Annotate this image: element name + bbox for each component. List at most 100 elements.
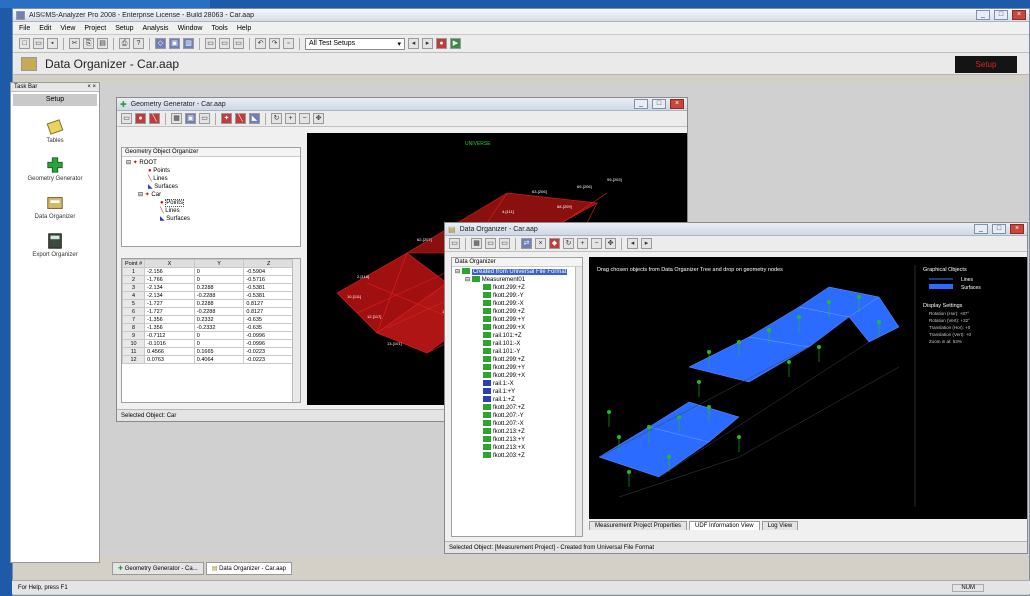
table-cell[interactable]: 0.2288 [193, 299, 245, 308]
table-cell[interactable]: -0.5904 [243, 267, 294, 276]
data-tree-item[interactable]: fkott.207:+Z [455, 404, 579, 412]
window-tab-geometry[interactable]: ✚ Geometry Generator - Ca... [112, 562, 204, 575]
menu-view[interactable]: View [60, 25, 75, 32]
table-cell[interactable]: -1.356 [144, 323, 195, 332]
minimize-button[interactable]: _ [976, 10, 990, 20]
zoom-in-icon[interactable]: + [285, 113, 296, 124]
table-cell[interactable]: -2.134 [144, 283, 195, 292]
table-cell[interactable]: 9 [122, 331, 146, 340]
table-cell[interactable]: -0.2288 [193, 307, 245, 316]
chart-tool-icon[interactable]: ▥ [183, 38, 194, 49]
col-point[interactable]: Point # [122, 259, 146, 268]
window-tab-data-organizer[interactable]: ▤ Data Organizer - Car.aap [205, 562, 293, 575]
table-cell[interactable]: 0.4566 [144, 347, 195, 356]
tree-car-points[interactable]: ● Points [126, 199, 296, 207]
data-3d-view[interactable]: Drag chosen objects from Data Organizer … [589, 257, 1027, 519]
geo-open-icon[interactable]: ▭ [121, 113, 132, 124]
table-cell[interactable]: -2.156 [144, 267, 195, 276]
table-cell[interactable]: 1 [122, 267, 146, 276]
layout-icon[interactable]: ▭ [205, 38, 216, 49]
tree-car[interactable]: ⊟ ✦ Car [126, 191, 296, 199]
table-row[interactable]: 11 0.4566 0.1665 -0.0223 [122, 347, 294, 356]
data-close-button[interactable]: × [1010, 224, 1024, 234]
table-row[interactable]: 5 -1.727 0.2288 0.8127 [122, 299, 294, 308]
data-tree-item[interactable]: fkott.213:+X [455, 444, 579, 452]
table-cell[interactable]: -0.0996 [243, 331, 294, 340]
table-scrollbar[interactable] [292, 259, 300, 402]
table-row[interactable]: 8 -1.356 -0.2332 -0.635 [122, 323, 294, 332]
monitor-icon[interactable]: ▭ [233, 38, 244, 49]
data-tree-item[interactable]: fkott.299:-X [455, 300, 579, 308]
data-minimize-button[interactable]: _ [974, 224, 988, 234]
data-tree-item[interactable]: fkott.299:-Y [455, 292, 579, 300]
geo-add-surface-icon[interactable]: ◣ [249, 113, 260, 124]
menu-setup[interactable]: Setup [115, 25, 133, 32]
table-row[interactable]: 3 -2.134 0.2288 -0.5381 [122, 283, 294, 292]
table-row[interactable]: 2 -1.766 0 -0.5716 [122, 275, 294, 284]
geometry-close-button[interactable]: × [670, 99, 684, 109]
undo-icon[interactable]: ↶ [255, 38, 266, 49]
data-prev-icon[interactable]: ◂ [627, 238, 638, 249]
geo-pan-icon[interactable]: ✥ [313, 113, 324, 124]
data-tree-scrollbar[interactable] [575, 267, 582, 536]
table-cell[interactable]: -0.635 [243, 323, 294, 332]
data-tool-icon[interactable]: ▣ [169, 38, 180, 49]
data-tree-item[interactable]: fkott.203:+Z [455, 452, 579, 460]
table-cell[interactable]: -1.766 [144, 275, 195, 284]
run-icon[interactable]: ▶ [450, 38, 461, 49]
help-icon[interactable]: ? [133, 38, 144, 49]
tree-root-lines[interactable]: ╲ Lines [126, 175, 296, 183]
table-cell[interactable]: 12 [122, 355, 146, 364]
col-y[interactable]: Y [193, 259, 245, 268]
geo-grid-icon[interactable]: ▦ [171, 113, 182, 124]
window-icon[interactable]: ▭ [219, 38, 230, 49]
table-cell[interactable]: 0.8127 [243, 299, 294, 308]
table-cell[interactable]: -0.0223 [243, 355, 294, 364]
tab-measurement-properties[interactable]: Measurement Project Properties [589, 521, 688, 530]
data-tree-item[interactable]: rail.1:+Z [455, 396, 579, 404]
tree-car-surfaces[interactable]: ◣ Surfaces [126, 215, 296, 223]
table-cell[interactable]: 5 [122, 299, 146, 308]
table-cell[interactable]: 3 [122, 283, 146, 292]
redo-icon[interactable]: ↷ [269, 38, 280, 49]
table-cell[interactable]: -0.0996 [243, 339, 294, 348]
geo-add-line-icon[interactable]: ╲ [235, 113, 246, 124]
tree-root-points[interactable]: ● Points [126, 167, 296, 175]
table-cell[interactable]: 4 [122, 291, 146, 300]
geo-rotate-icon[interactable]: ↻ [271, 113, 282, 124]
data-tree-item[interactable]: fkott.299:+Z [455, 356, 579, 364]
data-rotate-icon[interactable]: ↻ [563, 238, 574, 249]
data-tree-item[interactable]: fkott.207:-X [455, 420, 579, 428]
menu-tools[interactable]: Tools [211, 25, 227, 32]
data-tree-item[interactable]: rail.101:-Y [455, 348, 579, 356]
table-cell[interactable]: -2.134 [144, 291, 195, 300]
table-row[interactable]: 6 -1.727 -0.2288 0.8127 [122, 307, 294, 316]
table-row[interactable]: 12 0.0763 0.4064 -0.0223 [122, 355, 294, 364]
data-tree-item[interactable]: fkott.299:+Y [455, 364, 579, 372]
data-tree-item[interactable]: fkott.299:+X [455, 324, 579, 332]
data-pan-icon[interactable]: ✥ [605, 238, 616, 249]
menu-file[interactable]: File [19, 25, 30, 32]
test-setup-combo[interactable]: All Test Setups ▾ [305, 37, 405, 50]
table-row[interactable]: 10 -0.1016 0 -0.0996 [122, 339, 294, 348]
data-tree-item[interactable]: fkott.299:+Z [455, 308, 579, 316]
save-icon[interactable]: ▪ [47, 38, 58, 49]
data-grid-icon[interactable]: ▦ [471, 238, 482, 249]
menu-window[interactable]: Window [178, 25, 203, 32]
tree-root[interactable]: ⊟ ✦ ROOT [126, 159, 296, 167]
table-cell[interactable]: 0.2332 [193, 315, 245, 324]
data-tree-item[interactable]: rail.101:+Z [455, 332, 579, 340]
table-cell[interactable]: -0.2288 [193, 291, 245, 300]
geo-frame-icon[interactable]: ▭ [199, 113, 210, 124]
data-link-icon[interactable]: ⇄ [521, 238, 532, 249]
task-bar-setup[interactable]: Setup [13, 94, 97, 106]
paste-icon[interactable]: ▤ [97, 38, 108, 49]
data-open-icon[interactable]: ▭ [449, 238, 460, 249]
geo-points-icon[interactable]: ● [135, 113, 146, 124]
geometry-tool-icon[interactable]: ◇ [155, 38, 166, 49]
menu-project[interactable]: Project [84, 25, 106, 32]
table-cell[interactable]: 0 [193, 275, 245, 284]
table-cell[interactable]: 0.8127 [243, 307, 294, 316]
data-tree-item[interactable]: fkott.299:+X [455, 372, 579, 380]
data-zoom-out-icon[interactable]: − [591, 238, 602, 249]
